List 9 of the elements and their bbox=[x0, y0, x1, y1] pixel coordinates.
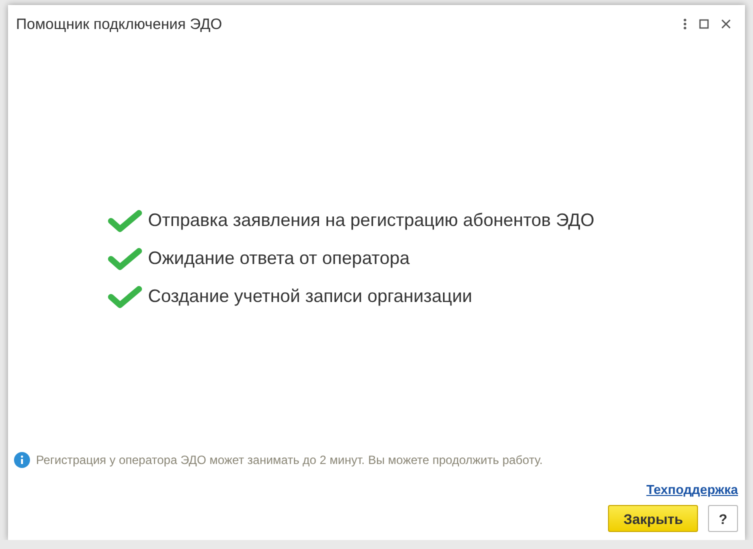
close-button[interactable]: Закрыть bbox=[608, 505, 698, 532]
help-button[interactable]: ? bbox=[708, 505, 738, 532]
step-label: Отправка заявления на регистрацию абонентов ЭДО bbox=[148, 210, 594, 231]
step-label: Ожидание ответа от оператора bbox=[148, 248, 410, 269]
info-icon bbox=[14, 452, 30, 468]
step-label: Создание учетной записи организации bbox=[148, 286, 472, 307]
window-title: Помощник подключения ЭДО bbox=[16, 16, 224, 32]
info-message: Регистрация у оператора ЭДО может занимать до 2 минут. Вы можете продолжить работу. bbox=[36, 453, 543, 467]
support-link[interactable]: Техподдержка bbox=[646, 482, 738, 497]
